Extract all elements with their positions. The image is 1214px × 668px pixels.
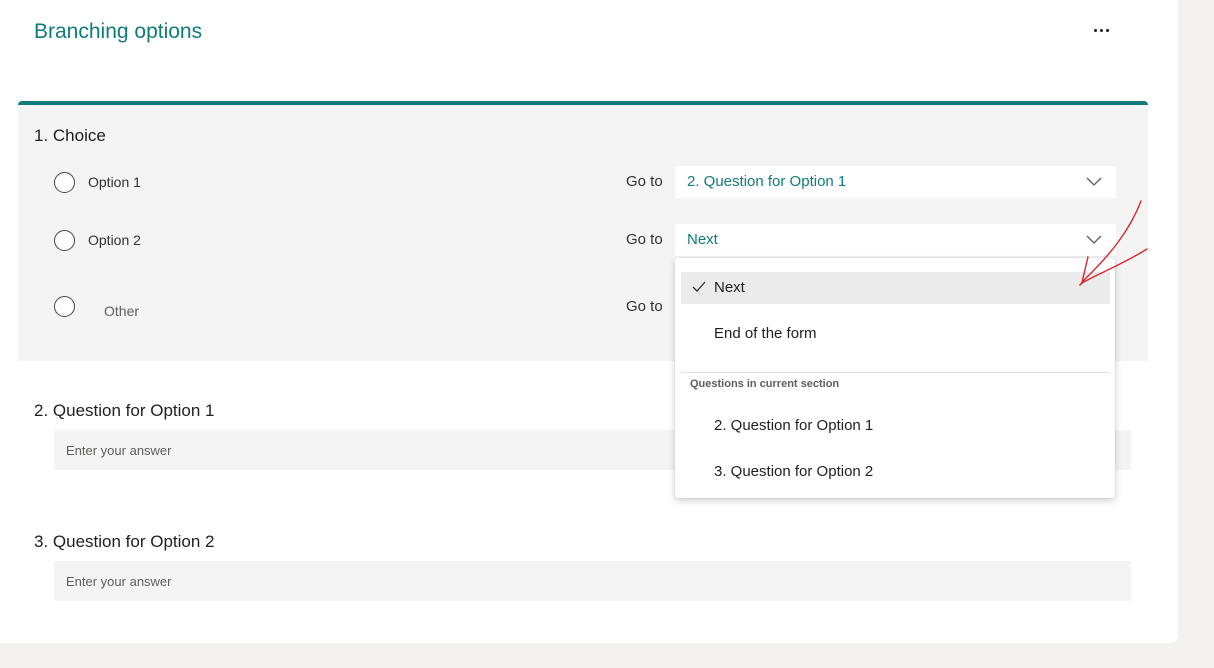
- radio-option-1[interactable]: [54, 172, 75, 193]
- goto-label: Go to: [626, 298, 663, 315]
- goto-label: Go to: [626, 173, 663, 190]
- page-title: Branching options: [34, 20, 203, 43]
- question-2-title: 2. Question for Option 1: [34, 401, 215, 420]
- option-other-label: Other: [104, 303, 140, 319]
- checkmark-icon: [692, 281, 706, 292]
- question-1-title: 1. Choice: [34, 126, 106, 145]
- chevron-down-icon: [1086, 235, 1102, 244]
- question-3-title: 3. Question for Option 2: [34, 532, 215, 551]
- option-2-label: Option 2: [88, 232, 141, 248]
- radio-option-2[interactable]: [54, 230, 75, 251]
- answer-input[interactable]: [54, 561, 1131, 601]
- goto-select-option-1[interactable]: 2. Question for Option 1: [675, 166, 1116, 198]
- option-row-1: Option 1 Go to 2. Question for Option 1: [54, 166, 1134, 198]
- goto-label: Go to: [626, 231, 663, 248]
- question-3-answer[interactable]: [54, 561, 1131, 601]
- option-1-label: Option 1: [88, 174, 141, 190]
- form-card: Branching options 1. Choice Option 1 Go …: [0, 0, 1178, 643]
- dropdown-item-label: End of the form: [714, 325, 817, 342]
- dropdown-item-end-of-form[interactable]: End of the form: [681, 318, 1110, 350]
- dropdown-group-header: Questions in current section: [690, 378, 840, 390]
- radio-option-other[interactable]: [54, 296, 75, 317]
- dropdown-item-label: 2. Question for Option 1: [714, 417, 874, 434]
- dropdown-item-next[interactable]: Next: [681, 272, 1110, 304]
- dropdown-item-question-3[interactable]: 3. Question for Option 2: [681, 456, 1110, 488]
- goto-select-value: Next: [687, 231, 718, 248]
- goto-select-value: 2. Question for Option 1: [687, 173, 847, 190]
- goto-dropdown-menu: Next End of the form Questions in curren…: [675, 258, 1115, 498]
- chevron-down-icon: [1086, 177, 1102, 186]
- more-horizontal-icon: [1093, 28, 1097, 32]
- more-options-button[interactable]: [1084, 16, 1118, 44]
- goto-select-option-2[interactable]: Next: [675, 224, 1116, 256]
- dropdown-item-question-2[interactable]: 2. Question for Option 1: [681, 410, 1110, 442]
- dropdown-divider: [681, 372, 1110, 373]
- dropdown-item-label: Next: [714, 279, 745, 296]
- dropdown-item-label: 3. Question for Option 2: [714, 463, 874, 480]
- option-row-2: Option 2 Go to Next: [54, 224, 1134, 256]
